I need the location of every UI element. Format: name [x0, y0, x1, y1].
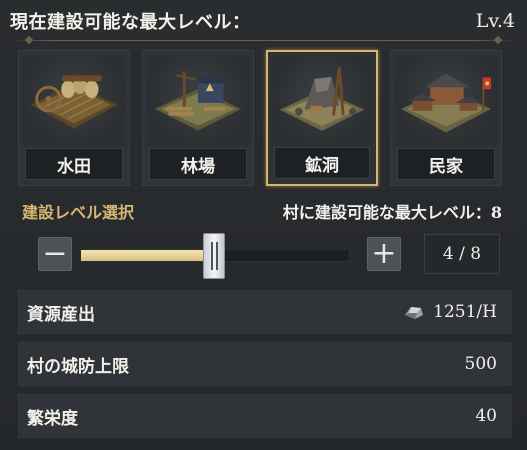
mine-icon: [272, 56, 372, 146]
header-level: Lv.4: [475, 10, 515, 32]
decrease-level-button[interactable]: −: [38, 237, 72, 271]
building-label: 水田: [25, 148, 123, 180]
stat-value: 40: [475, 406, 497, 426]
level-slider-thumb[interactable]: [203, 233, 225, 279]
stat-value: 500: [464, 354, 497, 374]
stat-row-prosperity: 繁栄度 40: [18, 394, 512, 438]
stat-label: 繁栄度: [27, 408, 78, 429]
house-icon: [395, 55, 497, 145]
level-select-header: 建設レベル選択 村に建設可能な最大レベル：8: [22, 198, 502, 224]
lumber-yard-icon: [147, 55, 249, 145]
minus-icon: −: [42, 236, 68, 271]
village-max-level: 村に建設可能な最大レベル：8: [282, 203, 502, 222]
building-card-rice-field[interactable]: 水田: [18, 50, 130, 186]
increase-level-button[interactable]: +: [367, 237, 401, 271]
rice-field-icon: [23, 55, 125, 145]
plus-icon: +: [371, 236, 397, 271]
building-label: 鉱洞: [274, 147, 370, 179]
stat-label: 資源産出: [27, 304, 95, 325]
building-label: 民家: [397, 148, 495, 180]
header-title: 現在建設可能な最大レベル：: [10, 12, 251, 33]
stat-value: 1251/H: [433, 302, 497, 322]
level-count: 4 / 8: [424, 234, 500, 274]
stat-value-group: 1251/H: [403, 302, 497, 322]
building-card-mine[interactable]: 鉱洞: [266, 50, 378, 186]
header: 現在建設可能な最大レベル： Lv.4: [10, 6, 515, 36]
stat-label: 村の城防上限: [27, 356, 129, 377]
header-divider: [12, 40, 515, 41]
building-card-lumber-yard[interactable]: 林場: [142, 50, 254, 186]
stat-row-wall-defense: 村の城防上限 500: [18, 342, 512, 386]
building-label: 林場: [149, 148, 247, 180]
build-panel: 現在建設可能な最大レベル： Lv.4 水田 林場 鉱洞 民家 建設レベル選択 村…: [0, 0, 527, 450]
level-select-title: 建設レベル選択: [22, 203, 135, 222]
level-slider-fill: [81, 250, 214, 261]
building-cards: 水田 林場 鉱洞 民家: [18, 50, 515, 186]
stat-row-resource-output: 資源産出 1251/H: [18, 290, 512, 334]
ore-icon: [405, 307, 424, 319]
building-card-house[interactable]: 民家: [390, 50, 502, 186]
